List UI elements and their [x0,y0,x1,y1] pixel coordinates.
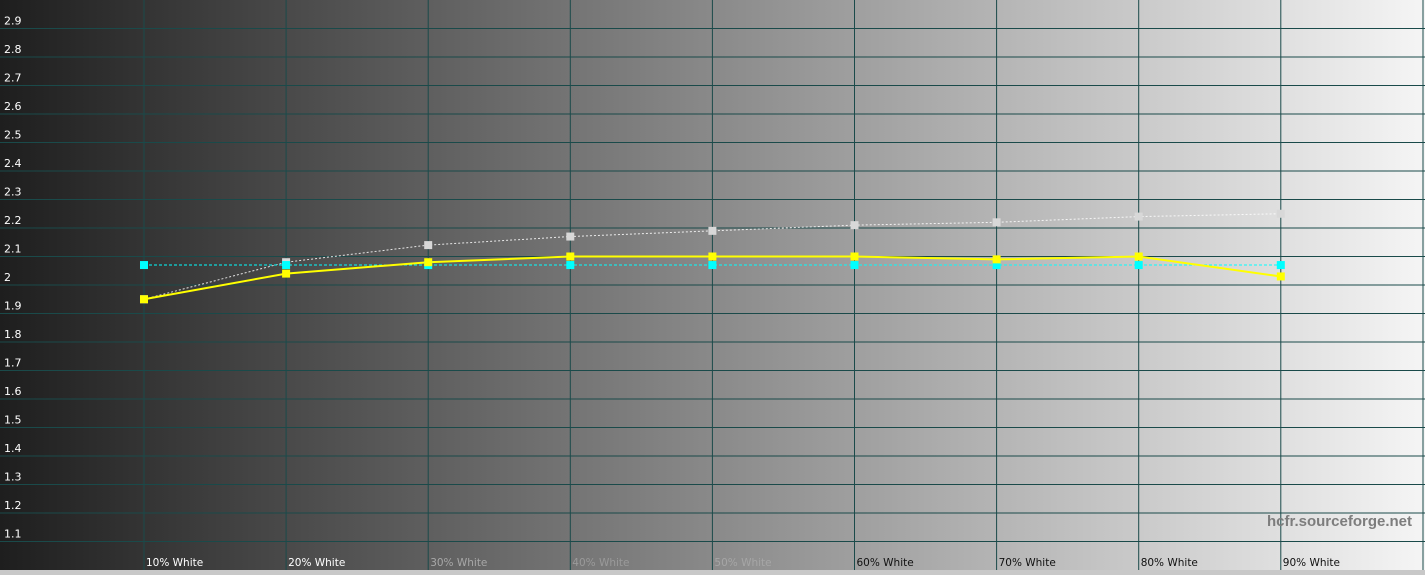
x-category-label: 30% White [430,557,487,569]
y-tick-label: 1.6 [4,385,22,398]
y-tick-label: 2 [4,271,11,284]
x-category-labels: 10% White 20% White 30% White 40% White 50% … [146,557,1340,569]
series-marker [424,241,433,250]
y-tick-label: 2.8 [4,43,22,56]
y-tick-label: 1.4 [4,442,22,455]
y-tick-label: 2.9 [4,15,22,28]
series-marker [992,255,1001,264]
series-marker [1276,261,1285,270]
series-marker [708,252,717,261]
series-marker [566,261,575,270]
gamma-chart: 1.1 1.2 1.3 1.4 1.5 1.6 1.7 1.8 1.9 2 2.1 2.2 2.3 2.4… [0,0,1425,575]
y-tick-label: 1.3 [4,471,22,484]
y-tick-label: 2.1 [4,243,22,256]
series-marker [1134,252,1143,261]
x-category-label: 60% White [857,557,914,569]
series-marker [282,261,291,270]
series-marker [424,258,433,267]
x-category-label: 90% White [1283,557,1340,569]
series-marker [1134,212,1143,221]
y-tick-label: 2.5 [4,129,22,142]
chart-svg: 1.1 1.2 1.3 1.4 1.5 1.6 1.7 1.8 1.9 2 2.1 2.2 2.3 2.4… [0,0,1425,570]
x-category-label: 50% White [714,557,771,569]
series-marker [850,261,859,270]
y-tick-label: 1.2 [4,499,22,512]
bottom-strip [0,570,1425,575]
series-marker [708,226,717,235]
series-marker [850,252,859,261]
x-category-label: 40% White [572,557,629,569]
series-marker [708,261,717,270]
x-category-label: 20% White [288,557,345,569]
series-marker [850,221,859,230]
y-tick-label: 1.9 [4,300,22,313]
series-marker [1276,209,1285,218]
y-tick-label: 1.7 [4,357,22,370]
series-marker [1134,261,1143,270]
x-category-label: 80% White [1141,557,1198,569]
series-marker [1276,272,1285,281]
x-category-label: 10% White [146,557,203,569]
series-marker [140,295,148,304]
series-marker [140,261,148,270]
watermark: hcfr.sourceforge.net [1267,513,1412,530]
y-tick-label: 2.4 [4,157,22,170]
y-tick-label: 1.1 [4,528,22,541]
series-marker [566,252,575,261]
y-tick-label: 2.6 [4,100,22,113]
y-tick-label: 1.5 [4,414,22,427]
y-tick-label: 2.7 [4,72,22,85]
series-marker [992,218,1001,227]
x-category-label: 70% White [999,557,1056,569]
grid-lines [0,0,1425,570]
series-marker [282,269,291,278]
y-tick-label: 2.3 [4,186,22,199]
y-tick-label: 1.8 [4,328,22,341]
y-tick-label: 2.2 [4,214,22,227]
series-marker [566,232,575,241]
